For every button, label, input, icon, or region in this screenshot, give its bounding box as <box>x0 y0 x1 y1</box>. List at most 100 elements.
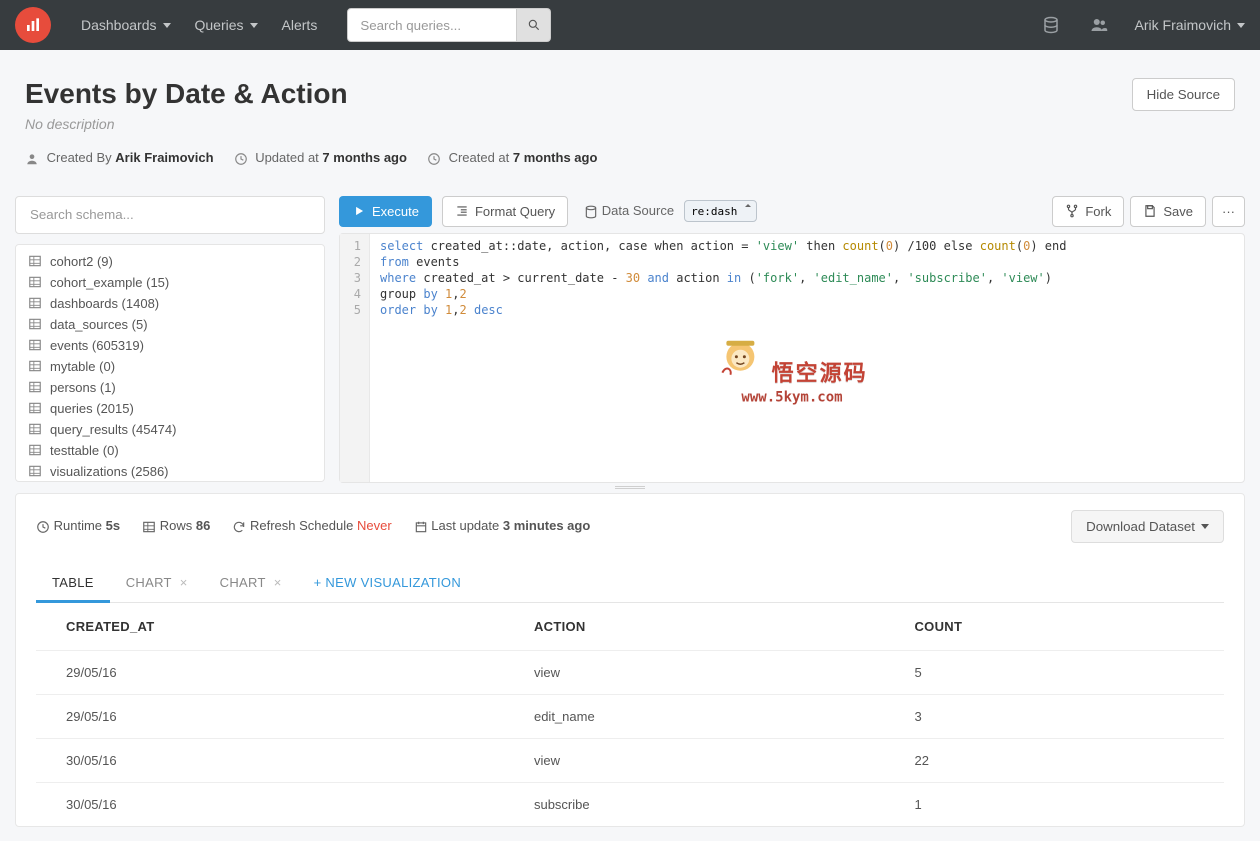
nav-dashboards[interactable]: Dashboards <box>69 0 183 50</box>
search-icon <box>527 18 541 32</box>
created-by: Created By Arik Fraimovich <box>25 150 214 166</box>
close-icon[interactable]: × <box>180 575 188 590</box>
execute-button[interactable]: Execute <box>339 196 432 227</box>
table-cell: 22 <box>884 738 1224 782</box>
table-header[interactable]: CREATED_AT <box>36 603 504 651</box>
more-button[interactable]: ··· <box>1212 196 1245 227</box>
table-row: 29/05/16view5 <box>36 650 1224 694</box>
table-icon <box>28 422 42 436</box>
visualization-tabs: TABLE CHART× CHART× + NEW VISUALIZATION <box>36 563 1224 603</box>
table-icon <box>142 520 156 534</box>
global-search-button[interactable] <box>517 8 551 42</box>
clock-icon <box>36 520 50 534</box>
table-row: 29/05/16edit_name3 <box>36 694 1224 738</box>
editor-code[interactable]: select created_at::date, action, case wh… <box>370 234 1244 482</box>
schema-item[interactable]: queries (2015) <box>16 398 324 419</box>
results-table: CREATED_ATACTIONCOUNT 29/05/16view529/05… <box>36 603 1224 826</box>
schema-item[interactable]: visualizations (2586) <box>16 461 324 482</box>
schema-list: cohort2 (9)cohort_example (15)dashboards… <box>15 244 325 482</box>
global-search-input[interactable] <box>347 8 517 42</box>
schema-item[interactable]: query_results (45474) <box>16 419 324 440</box>
schema-item[interactable]: testtable (0) <box>16 440 324 461</box>
database-icon <box>584 205 598 219</box>
results-panel: Runtime 5s Rows 86 Refresh Schedule Neve… <box>15 493 1245 827</box>
user-menu[interactable]: Arik Fraimovich <box>1123 0 1245 50</box>
runtime: Runtime 5s <box>36 518 120 534</box>
refresh-icon <box>232 520 246 534</box>
table-cell: 30/05/16 <box>36 782 504 826</box>
fork-button[interactable]: Fork <box>1052 196 1124 227</box>
top-nav: Dashboards Queries Alerts Arik Fraimovic… <box>0 0 1260 50</box>
datasources-icon[interactable] <box>1033 7 1069 43</box>
chevron-down-icon <box>1237 23 1245 28</box>
schema-item[interactable]: mytable (0) <box>16 356 324 377</box>
resize-handle[interactable] <box>0 483 1260 493</box>
table-icon <box>28 296 42 310</box>
chevron-down-icon <box>250 23 258 28</box>
table-cell: view <box>504 738 885 782</box>
table-cell: subscribe <box>504 782 885 826</box>
table-icon <box>28 338 42 352</box>
table-cell: 29/05/16 <box>36 694 504 738</box>
fork-icon <box>1065 204 1079 218</box>
schema-item[interactable]: events (605319) <box>16 335 324 356</box>
barchart-icon <box>25 17 41 33</box>
table-icon <box>28 317 42 331</box>
schema-item[interactable]: data_sources (5) <box>16 314 324 335</box>
schema-item[interactable]: dashboards (1408) <box>16 293 324 314</box>
user-icon <box>25 152 39 166</box>
tab-new-visualization[interactable]: + NEW VISUALIZATION <box>298 563 477 602</box>
data-source-select[interactable]: re:dash <box>684 200 757 222</box>
table-cell: view <box>504 650 885 694</box>
table-header[interactable]: COUNT <box>884 603 1224 651</box>
refresh-schedule[interactable]: Refresh Schedule Never <box>232 518 391 534</box>
data-source-label: Data Source <box>584 203 674 219</box>
updated-at: Updated at 7 months ago <box>234 150 407 166</box>
table-row: 30/05/16subscribe1 <box>36 782 1224 826</box>
calendar-icon <box>414 520 428 534</box>
download-dataset-button[interactable]: Download Dataset <box>1071 510 1224 543</box>
tab-chart-1[interactable]: CHART× <box>110 563 204 602</box>
table-icon <box>28 443 42 457</box>
table-icon <box>28 380 42 394</box>
page-description: No description <box>25 116 1132 132</box>
save-icon <box>1143 204 1157 218</box>
table-cell: 30/05/16 <box>36 738 504 782</box>
last-update: Last update 3 minutes ago <box>414 518 591 534</box>
users-icon-button[interactable] <box>1081 7 1117 43</box>
app-logo[interactable] <box>15 7 51 43</box>
sql-editor[interactable]: 12345 select created_at::date, action, c… <box>339 233 1245 483</box>
table-cell: 3 <box>884 694 1224 738</box>
schema-item[interactable]: cohort2 (9) <box>16 251 324 272</box>
database-icon <box>1042 16 1060 34</box>
nav-alerts[interactable]: Alerts <box>270 0 330 50</box>
clock-icon <box>427 152 441 166</box>
indent-icon <box>455 204 469 218</box>
play-icon <box>352 204 366 218</box>
chevron-down-icon <box>1201 524 1209 529</box>
save-button[interactable]: Save <box>1130 196 1206 227</box>
schema-item[interactable]: cohort_example (15) <box>16 272 324 293</box>
hide-source-button[interactable]: Hide Source <box>1132 78 1235 111</box>
created-at: Created at 7 months ago <box>427 150 597 166</box>
table-cell: edit_name <box>504 694 885 738</box>
close-icon[interactable]: × <box>274 575 282 590</box>
chevron-down-icon <box>163 23 171 28</box>
schema-panel: cohort2 (9)cohort_example (15)dashboards… <box>15 196 325 483</box>
schema-item[interactable]: persons (1) <box>16 377 324 398</box>
table-header[interactable]: ACTION <box>504 603 885 651</box>
schema-search-input[interactable] <box>15 196 325 234</box>
table-icon <box>28 359 42 373</box>
table-icon <box>28 464 42 478</box>
tab-table[interactable]: TABLE <box>36 563 110 602</box>
clock-icon <box>234 152 248 166</box>
format-query-button[interactable]: Format Query <box>442 196 568 227</box>
nav-queries[interactable]: Queries <box>183 0 270 50</box>
table-cell: 1 <box>884 782 1224 826</box>
editor-toolbar: Execute Format Query Data Source re:dash… <box>339 196 1245 227</box>
rows: Rows 86 <box>142 518 210 534</box>
table-icon <box>28 401 42 415</box>
tab-chart-2[interactable]: CHART× <box>204 563 298 602</box>
table-icon <box>28 275 42 289</box>
editor-gutter: 12345 <box>340 234 370 482</box>
